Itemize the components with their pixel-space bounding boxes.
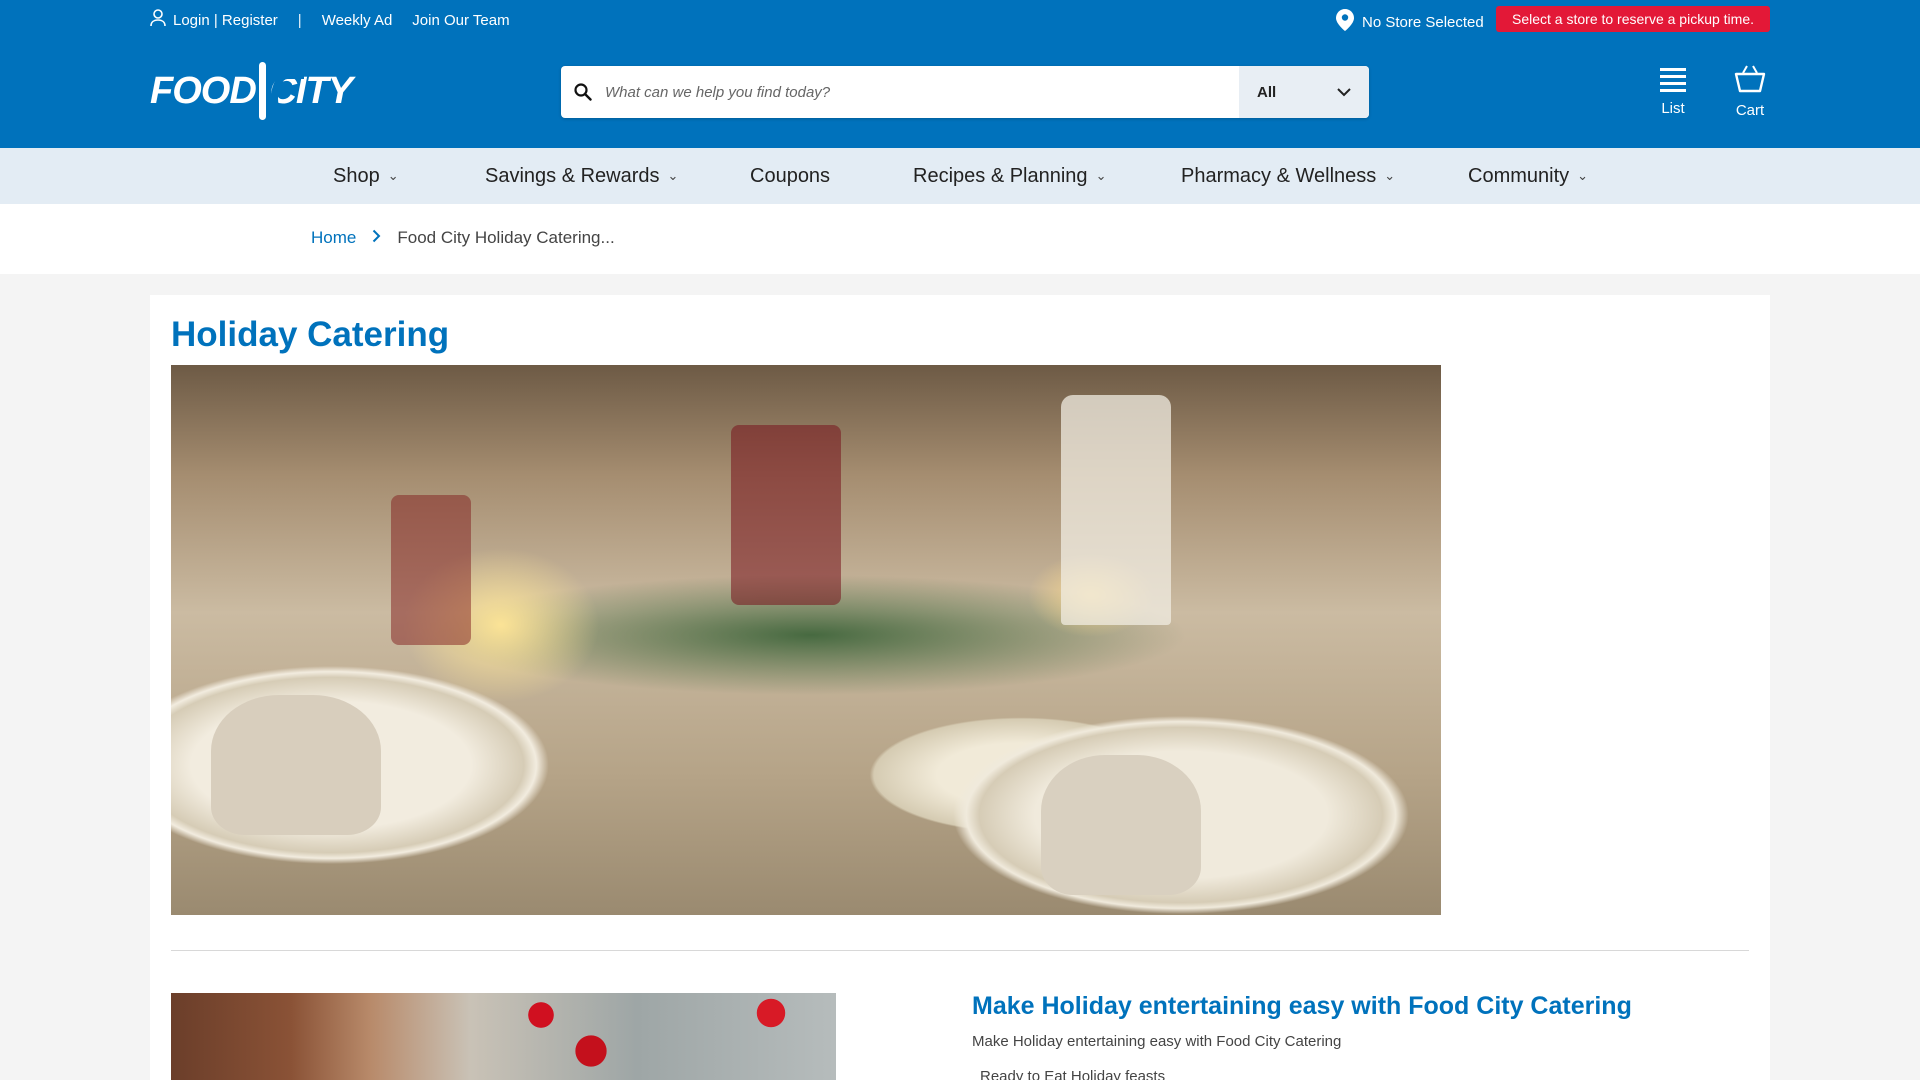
napkin-shape [211,695,381,835]
utility-bar: Login | Register | Weekly Ad Join Our Te… [150,9,530,31]
user-icon [150,9,166,31]
login-register-label: Login | Register [173,11,278,29]
chevron-down-icon: ⌄ [1384,168,1396,183]
candle-holder-shape [391,495,471,645]
pickup-notice-button[interactable]: Select a store to reserve a pickup time. [1496,6,1770,32]
search-bar: All [561,66,1369,118]
section-divider [171,950,1749,951]
list-icon [1659,64,1687,96]
breadcrumb: Home Food City Holiday Catering... [311,228,615,248]
breadcrumb-current: Food City Holiday Catering... [397,228,615,247]
store-selector[interactable]: No Store Selected [1336,9,1484,35]
nav-item-savings-rewards[interactable]: Savings & Rewards ⌄ [485,148,678,204]
chevron-right-icon [372,229,381,248]
list-label: List [1661,100,1685,117]
nav-item-recipes-planning[interactable]: Recipes & Planning ⌄ [913,148,1106,204]
join-team-link[interactable]: Join Our Team [412,12,509,29]
weekly-ad-link[interactable]: Weekly Ad [322,12,393,29]
content-card: Holiday Catering Make Holiday entertaini… [150,295,1770,1080]
search-icon[interactable] [561,66,605,118]
logo-word-left: FOOD [150,69,257,112]
nav-item-label: Savings & Rewards [485,164,660,187]
utility-separator: | [297,11,302,29]
map-pin-icon [1336,9,1354,35]
nav-item-community[interactable]: Community ⌄ [1468,148,1588,204]
main-nav: Shop ⌄ Savings & Rewards ⌄ Coupons Recip… [0,148,1920,204]
list-button[interactable]: List [1643,64,1703,124]
logo-mark-icon [258,62,302,124]
section-bullet: Ready to Eat Holiday feasts [980,1068,1166,1080]
chevron-down-icon: ⌄ [387,168,399,183]
nav-item-label: Recipes & Planning [913,164,1088,187]
search-category-value: All [1257,83,1277,101]
store-label: No Store Selected [1362,13,1484,31]
chevron-down-icon: ⌄ [1577,168,1589,183]
cart-icon [1734,64,1766,98]
search-input[interactable] [605,66,1239,118]
nav-item-coupons[interactable]: Coupons [750,148,830,204]
nav-item-label: Community [1468,164,1570,187]
nav-item-label: Pharmacy & Wellness [1181,164,1377,187]
page-title: Holiday Catering [171,315,450,354]
search-category-select[interactable]: All [1239,66,1369,118]
site-header: Login | Register | Weekly Ad Join Our Te… [0,0,1920,148]
food-city-logo[interactable]: FOOD CITY [150,62,353,124]
section-text: Make Holiday entertaining easy with Food… [972,1033,1342,1050]
napkin-shape [1041,755,1201,895]
nav-item-pharmacy-wellness[interactable]: Pharmacy & Wellness ⌄ [1181,148,1395,204]
hero-image [171,365,1441,915]
chevron-down-icon: ⌄ [1095,168,1107,183]
login-register-link[interactable]: Login | Register [150,9,278,31]
catering-feature-image [171,993,836,1080]
candle-holder-shape [731,425,841,605]
cart-button[interactable]: Cart [1720,64,1780,124]
chevron-down-icon [1337,84,1351,101]
nav-item-label: Shop [333,164,380,187]
chevron-down-icon: ⌄ [667,168,679,183]
nav-item-shop[interactable]: Shop ⌄ [333,148,399,204]
section-heading: Make Holiday entertaining easy with Food… [972,992,1632,1020]
cart-label: Cart [1735,102,1765,119]
breadcrumb-bar: Home Food City Holiday Catering... [0,204,1920,274]
nav-item-label: Coupons [750,164,831,187]
lantern-shape [1061,395,1171,625]
breadcrumb-home-link[interactable]: Home [311,228,356,248]
